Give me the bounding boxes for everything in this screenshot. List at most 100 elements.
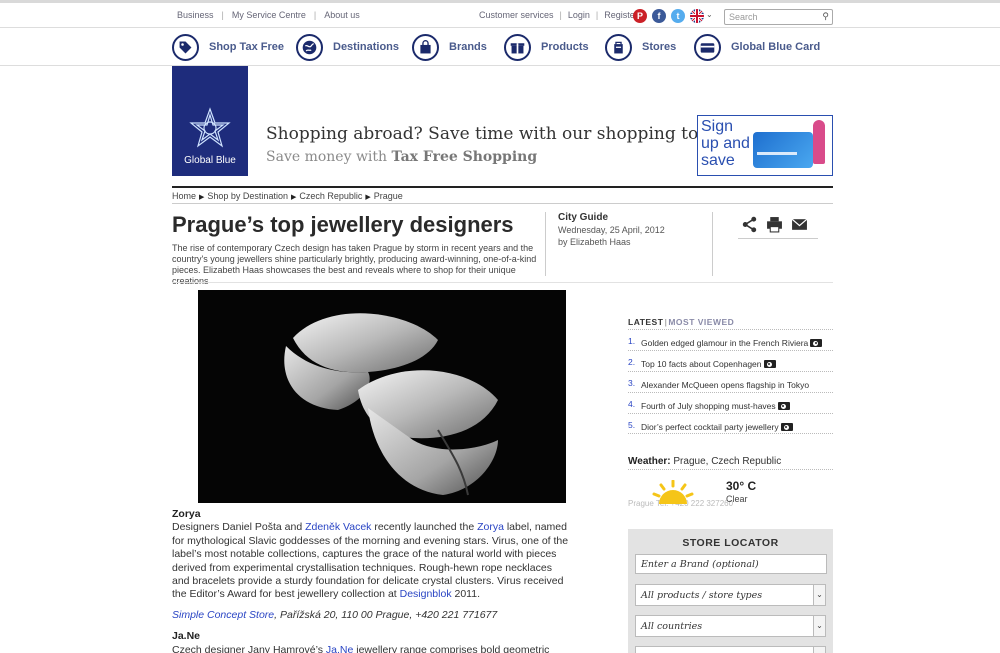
- list-link[interactable]: Dior’s perfect cocktail party jewellery: [641, 422, 793, 432]
- my-service-centre-link[interactable]: My Service Centre: [232, 10, 306, 20]
- list-link[interactable]: Top 10 facts about Copenhagen: [641, 359, 776, 369]
- chevron-down-icon: [813, 647, 825, 653]
- country-select[interactable]: All countries ⌄: [635, 615, 826, 637]
- city-select[interactable]: [635, 646, 826, 653]
- facebook-icon[interactable]: f: [652, 9, 666, 23]
- chevron-down-icon: ⌄: [813, 616, 825, 636]
- nav-label: Global Blue Card: [731, 41, 821, 53]
- logo-text: Global Blue: [184, 155, 236, 166]
- about-us-link[interactable]: About us: [324, 10, 360, 20]
- paragraph-jane: Czech designer Jany Hamrové’s Ja.Ne jewe…: [172, 644, 572, 653]
- nav-shop-tax-free[interactable]: Shop Tax Free: [172, 32, 284, 62]
- list-text: Top 10 facts about Copenhagen: [641, 359, 762, 369]
- weather-condition: Clear: [726, 494, 748, 504]
- chevron-right-icon: ▶: [199, 194, 205, 201]
- store-locator: STORE LOCATOR Enter a Brand (optional) A…: [628, 529, 833, 653]
- store-info: Simple Concept Store, Pařížská 20, 110 0…: [172, 609, 572, 622]
- article-body: Zorya Designers Daniel Pošta and Zdeněk …: [172, 508, 572, 653]
- store-icon: [605, 33, 632, 61]
- camera-icon: [763, 360, 776, 368]
- list-item[interactable]: 1. Golden edged glamour in the French Riv…: [628, 329, 833, 350]
- text: Designers Daniel Pošta and: [172, 521, 306, 534]
- email-icon[interactable]: [791, 216, 808, 233]
- list-item[interactable]: 4. Fourth of July shopping must-haves: [628, 392, 833, 413]
- jane-link[interactable]: Ja.Ne: [326, 644, 353, 653]
- list-text: Golden edged glamour in the French Rivie…: [641, 338, 809, 348]
- nav-label: Destinations: [333, 41, 400, 53]
- nav-label: Shop Tax Free: [209, 41, 284, 53]
- product-type-select[interactable]: All products / store types ⌄: [635, 584, 826, 606]
- chevron-down-icon[interactable]: ⌄: [706, 10, 713, 19]
- article-date: Wednesday, 25 April, 2012: [558, 225, 665, 235]
- list-item[interactable]: 2. Top 10 facts about Copenhagen: [628, 350, 833, 371]
- separator: |: [559, 10, 562, 20]
- banner-subheadline: Save money with Tax Free Shopping: [266, 149, 537, 165]
- breadcrumb-prague[interactable]: Prague: [374, 191, 403, 201]
- divider: [172, 203, 833, 204]
- zorya-link[interactable]: Zorya: [477, 521, 504, 533]
- customer-services-link[interactable]: Customer services: [479, 10, 554, 20]
- breadcrumb: Home ▶ Shop by Destination ▶ Czech Republic ▶…: [172, 191, 403, 201]
- breadcrumb-czech-republic[interactable]: Czech Republic: [299, 191, 362, 201]
- nav-products[interactable]: Products: [504, 32, 589, 62]
- card-icon: [694, 33, 721, 61]
- separator: |: [595, 10, 599, 20]
- list-text: Alexander McQueen opens flagship in Toky…: [641, 380, 810, 390]
- uk-flag-icon[interactable]: [690, 9, 704, 23]
- article-author: by Elizabeth Haas: [558, 237, 631, 247]
- chevron-down-icon: ⌄: [813, 585, 825, 605]
- global-blue-logo[interactable]: Global Blue: [172, 66, 248, 176]
- separator: |: [221, 10, 224, 20]
- section-heading-jane: Ja.Ne: [172, 630, 201, 643]
- list-link[interactable]: Fourth of July shopping must-haves: [641, 401, 790, 411]
- latest-articles-list: 1. Golden edged glamour in the French Riv…: [628, 329, 833, 434]
- camera-icon: [777, 402, 790, 410]
- search-icon[interactable]: ⚲: [822, 11, 829, 22]
- search-input[interactable]: Search ⚲: [724, 9, 833, 25]
- text: recently launched the: [371, 521, 478, 534]
- list-text: Fourth of July shopping must-haves: [641, 401, 776, 411]
- separator: |: [664, 317, 668, 327]
- temperature: 30° C: [726, 479, 757, 493]
- zdenek-vacek-link[interactable]: Zdeněk Vacek: [305, 521, 371, 533]
- article-intro: The rise of contemporary Czech design ha…: [172, 243, 537, 286]
- banner-headline: Shopping abroad? Save time with our shop…: [266, 124, 723, 144]
- share-icon[interactable]: [741, 216, 758, 233]
- divider: [172, 186, 833, 188]
- breadcrumb-home[interactable]: Home: [172, 191, 196, 201]
- list-text: Dior’s perfect cocktail party jewellery: [641, 422, 779, 432]
- article-section[interactable]: City Guide: [558, 212, 608, 223]
- login-link[interactable]: Login: [568, 10, 590, 20]
- nav-stores[interactable]: Stores: [605, 32, 676, 62]
- promo-banner: Global Blue Shopping abroad? Save time w…: [172, 66, 833, 186]
- brand-placeholder: Enter a Brand (optional): [641, 559, 759, 570]
- simple-concept-store-link[interactable]: Simple Concept Store: [172, 609, 274, 621]
- signup-ad[interactable]: Sign up and save: [697, 115, 833, 176]
- nav-label: Brands: [449, 41, 487, 53]
- weather-title: Weather: Prague, Czech Republic: [628, 456, 781, 467]
- designblok-link[interactable]: Designblok: [400, 588, 452, 600]
- credit-card-image: [753, 132, 813, 168]
- list-link[interactable]: Alexander McQueen opens flagship in Toky…: [641, 380, 809, 390]
- print-icon[interactable]: [766, 216, 783, 233]
- pinterest-icon[interactable]: P: [633, 9, 647, 23]
- nav-label: Products: [541, 41, 589, 53]
- page-title: Prague’s top jewellery designers: [172, 212, 514, 237]
- tab-most-viewed[interactable]: MOST VIEWED: [668, 317, 734, 327]
- camera-icon: [780, 423, 793, 431]
- twitter-icon[interactable]: t: [671, 9, 685, 23]
- list-link[interactable]: Golden edged glamour in the French Rivie…: [641, 338, 823, 348]
- business-link[interactable]: Business: [177, 10, 214, 20]
- list-item[interactable]: 3. Alexander McQueen opens flagship in To…: [628, 371, 833, 392]
- breadcrumb-shop-by-destination[interactable]: Shop by Destination: [207, 191, 288, 201]
- divider: [628, 469, 833, 470]
- nav-global-blue-card[interactable]: Global Blue Card: [694, 32, 820, 62]
- nav-brands[interactable]: Brands: [412, 32, 487, 62]
- list-item[interactable]: 5. Dior’s perfect cocktail party jeweller…: [628, 413, 833, 434]
- tag-icon: [172, 33, 199, 61]
- tab-latest[interactable]: LATEST: [628, 317, 663, 327]
- nav-destinations[interactable]: Destinations: [296, 32, 399, 62]
- search-placeholder: Search: [729, 12, 758, 22]
- brand-input[interactable]: Enter a Brand (optional): [635, 554, 827, 574]
- shopper-image: [813, 120, 825, 164]
